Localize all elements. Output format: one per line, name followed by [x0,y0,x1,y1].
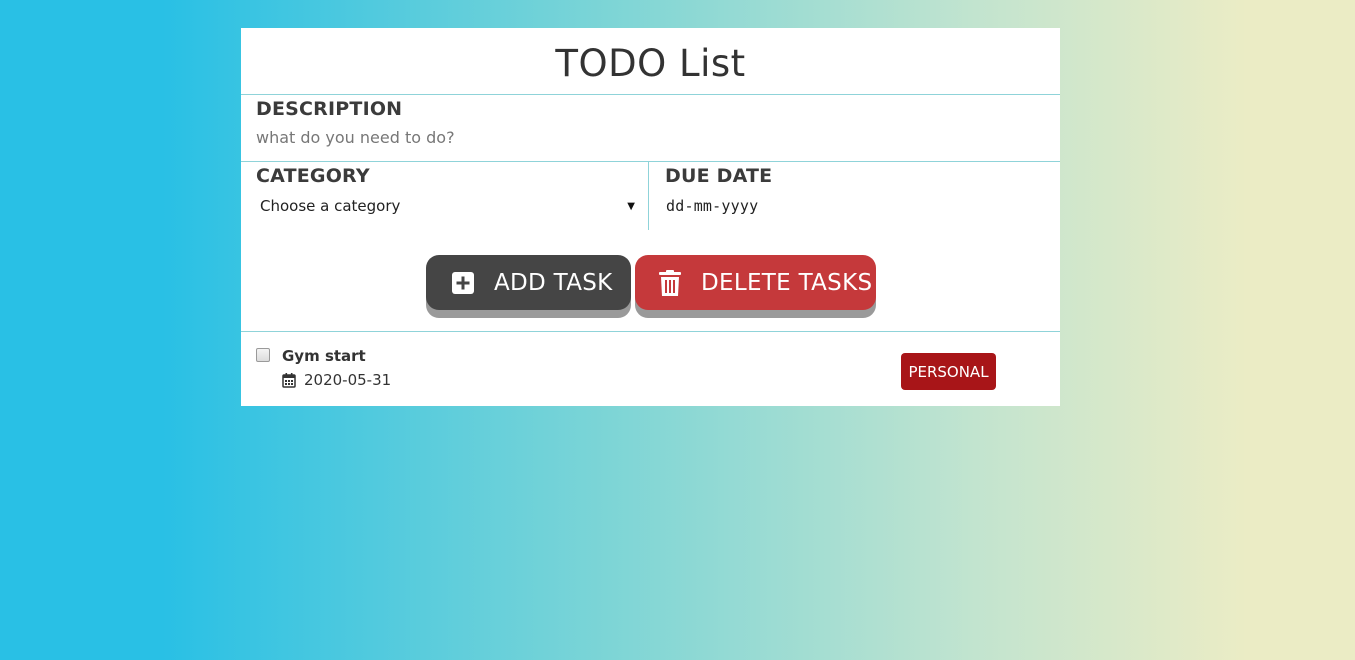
actions-section: ADD TASK DELETE TASKS [241,231,1060,332]
due-date-label: DUE DATE [665,165,773,187]
add-task-label: ADD TASK [494,269,613,296]
page-title: TODO List [555,41,746,85]
task-date-text: 2020-05-31 [304,371,392,389]
task-item: Gym start 2020-05-31 PERSONAL [241,332,1060,407]
task-title: Gym start [282,347,366,365]
task-date: 2020-05-31 [282,371,391,389]
category-select[interactable]: Choose a category ▼ [260,197,635,215]
header: TODO List [241,28,1060,95]
plus-square-icon [452,271,474,294]
category-selected-value: Choose a category [260,197,401,215]
due-date-section: DUE DATE dd-mm-yyyy [649,162,1060,230]
trash-icon [659,269,681,296]
delete-tasks-label: DELETE TASKS [701,269,873,296]
chevron-down-icon: ▼ [627,200,635,212]
delete-tasks-button[interactable]: DELETE TASKS [635,255,876,310]
due-date-input[interactable]: dd-mm-yyyy [666,197,758,215]
description-input[interactable] [256,128,1036,147]
category-label: CATEGORY [256,165,370,187]
category-tag-personal: PERSONAL [901,353,996,390]
meta-section: CATEGORY Choose a category ▼ DUE DATE dd… [241,162,1060,230]
calendar-icon [282,372,296,388]
description-section: DESCRIPTION [241,95,1060,162]
todo-card: TODO List DESCRIPTION CATEGORY Choose a … [241,28,1060,406]
add-task-button[interactable]: ADD TASK [426,255,631,310]
category-section: CATEGORY Choose a category ▼ [241,162,649,230]
task-checkbox[interactable] [256,348,270,362]
description-label: DESCRIPTION [256,98,403,120]
